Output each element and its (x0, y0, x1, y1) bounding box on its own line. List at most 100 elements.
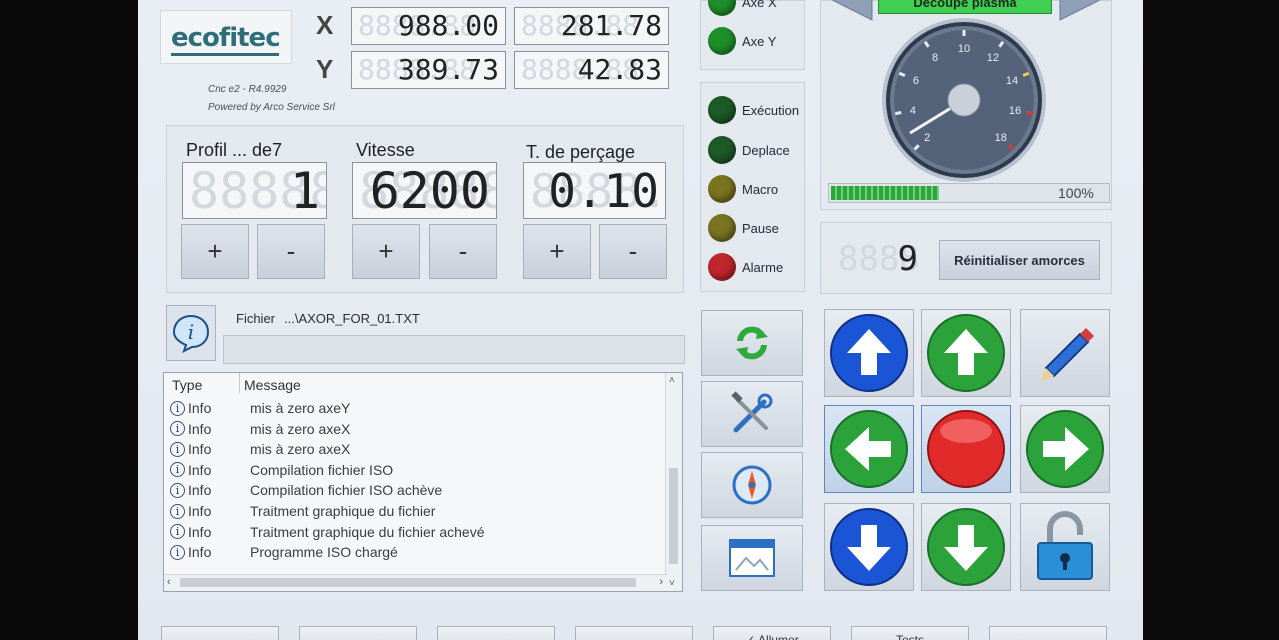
gauge-tick-label: 18 (995, 132, 1007, 144)
speed-gauge: 2 4 6 8 10 12 14 16 18 (882, 18, 1046, 182)
ignition-counter: 8888 9 (838, 242, 920, 278)
gauge-tick-label: 14 (1006, 75, 1018, 87)
scroll-down-icon[interactable]: ˅ (669, 578, 675, 589)
info-button[interactable]: i (166, 305, 216, 361)
bottom-button-7[interactable] (989, 626, 1107, 640)
x-axis-label: X (316, 10, 334, 40)
cnc-screen: ecofitec Cnc e2 - R4.9929 Powered by Arc… (138, 0, 1143, 640)
log-row-type: Info (188, 461, 212, 478)
log-row[interactable]: i Info mis à zero axeX (170, 439, 350, 459)
gauge-tick-mark (895, 111, 902, 116)
gauge-tick-label: 16 (1009, 105, 1021, 117)
log-row[interactable]: i Info Programme ISO chargé (170, 542, 398, 562)
info-row-icon: i (170, 421, 185, 437)
gauge-tick-label: 10 (958, 43, 970, 55)
percage-plus-button[interactable]: + (523, 224, 591, 279)
log-row[interactable]: i Info mis à zero axeY (170, 398, 350, 418)
info-row-icon: i (170, 524, 185, 540)
log-row-type: Info (188, 482, 212, 499)
status-alarme: Alarme (708, 253, 783, 281)
x-machine-readout: 8888.88 988.00 (351, 7, 506, 45)
x-plus-button[interactable] (1020, 405, 1110, 493)
log-row[interactable]: i Info mis à zero axeX (170, 419, 350, 439)
log-row-message: Compilation fichier ISO achève (250, 482, 443, 499)
ecofitec-logo: ecofitec (160, 10, 292, 64)
gauge-tick-label: 8 (932, 52, 938, 64)
log-row[interactable]: i Info Compilation fichier ISO (170, 460, 393, 480)
status-deplace: Deplace (708, 136, 790, 164)
log-row[interactable]: i Info Traitment graphique du fichier (170, 501, 435, 521)
log-row-type: Info (188, 400, 212, 416)
x-minus-button[interactable] (824, 405, 914, 493)
log-row-message: mis à zero axeY (250, 400, 351, 416)
alarme-led-icon (708, 253, 736, 281)
reset-ignitions-button[interactable]: Réinitialiser amorces (939, 240, 1100, 280)
gauge-tick-label: 4 (910, 105, 916, 117)
tests-button[interactable]: Tests (851, 626, 969, 640)
deplace-led-icon (708, 136, 736, 164)
profil-plus-button[interactable]: + (181, 224, 249, 279)
status-axe-y: Axe Y (708, 27, 776, 55)
macro-led-icon (708, 175, 736, 203)
green-down-arrow-icon (927, 508, 1005, 586)
scroll-thumb[interactable] (669, 468, 678, 564)
gauge-tick-label: 12 (987, 52, 999, 64)
edit-button[interactable] (1020, 309, 1110, 397)
z-up-button[interactable] (824, 309, 914, 397)
info-row-icon: i (170, 462, 185, 478)
scroll-left-icon[interactable]: ‹ (167, 576, 171, 588)
allumer-button[interactable]: ✓ Allumer (713, 626, 831, 640)
bottom-button-2[interactable] (299, 626, 417, 640)
stop-button[interactable] (921, 405, 1011, 493)
padlock-open-icon (1037, 511, 1093, 580)
status-macro: Macro (708, 175, 778, 203)
z-down-button[interactable] (824, 503, 914, 591)
vitesse-minus-button[interactable]: - (429, 224, 497, 279)
log-horizontal-scrollbar[interactable]: ‹ › (164, 574, 667, 591)
powered-by-text: Powered by Arco Service Srl (208, 102, 335, 113)
process-next-arrow-icon[interactable] (1054, 0, 1100, 22)
vitesse-readout: 88888 6200 (352, 162, 497, 219)
profil-label: Profil ... de7 (186, 140, 283, 160)
percage-label: T. de perçage (526, 142, 636, 162)
file-label: Fichier (236, 311, 276, 326)
profil-minus-button[interactable]: - (257, 224, 325, 279)
status-execution: Exécution (708, 96, 799, 124)
gauge-tick-label: 6 (913, 75, 919, 87)
blue-down-arrow-icon (830, 508, 908, 586)
axe-x-led-icon (708, 0, 736, 16)
view-window-button[interactable] (701, 525, 803, 591)
process-selector[interactable]: Découpe plasma (878, 0, 1052, 14)
y-plus-button[interactable] (921, 309, 1011, 397)
percage-readout: 8888.80.10 (523, 162, 666, 219)
green-right-arrow-icon (1026, 410, 1104, 488)
log-row-message: Traitment graphique du fichier (250, 503, 436, 519)
navigation-button[interactable] (701, 452, 803, 518)
red-stop-icon (927, 410, 1005, 488)
log-row[interactable]: i Info Compilation fichier ISO achève (170, 480, 442, 500)
scroll-right-icon[interactable]: › (659, 576, 663, 588)
refresh-icon (736, 326, 768, 360)
monitor-bezel-right (1143, 0, 1279, 640)
log-row-type: Info (188, 441, 212, 458)
refresh-button[interactable] (701, 310, 803, 376)
y-minus-button[interactable] (921, 503, 1011, 591)
settings-tools-button[interactable] (701, 381, 803, 447)
log-row-message: mis à zero axeX (250, 420, 351, 437)
bottom-button-1[interactable] (161, 626, 279, 640)
green-up-arrow-icon (927, 314, 1005, 392)
percage-minus-button[interactable]: - (599, 224, 667, 279)
vitesse-plus-button[interactable]: + (352, 224, 420, 279)
lock-button[interactable] (1020, 503, 1110, 591)
log-row[interactable]: i Info Traitment graphique du fichier ache… (170, 522, 485, 542)
scroll-up-icon[interactable]: ˄ (669, 375, 675, 386)
bottom-button-4[interactable] (575, 626, 693, 640)
file-progress-bar (223, 335, 685, 364)
image-window-icon (729, 539, 775, 577)
log-vertical-scrollbar[interactable]: ˄ ˅ (665, 373, 682, 591)
file-name: ...\AXOR_FOR_01.TXT (284, 311, 420, 326)
bottom-button-3[interactable] (437, 626, 555, 640)
message-log[interactable]: Type Message i Info mis à zero axeY i Info mi… (163, 372, 683, 592)
h-scroll-thumb[interactable] (180, 578, 636, 587)
process-prev-arrow-icon[interactable] (832, 0, 878, 22)
